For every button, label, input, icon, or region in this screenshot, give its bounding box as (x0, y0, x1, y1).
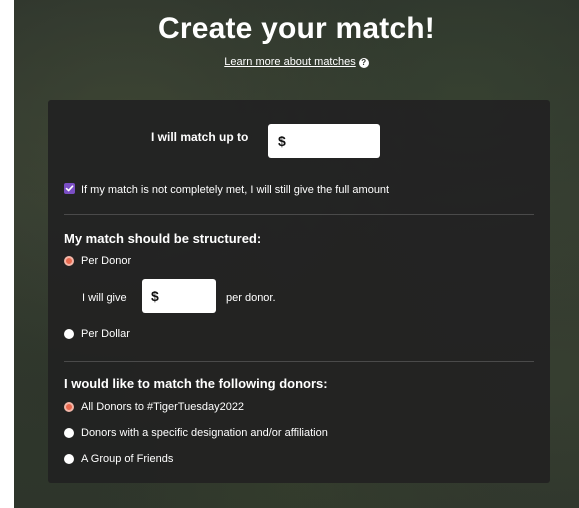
learn-more-link[interactable]: Learn more about matches (224, 56, 355, 68)
structure-heading: My match should be structured: (64, 231, 262, 246)
designation-donors-radio[interactable] (64, 428, 74, 438)
donors-heading: I would like to match the following dono… (64, 376, 328, 391)
group-of-friends-radio[interactable] (64, 454, 74, 464)
match-up-to-label: I will match up to (151, 130, 249, 144)
per-donor-label: Per Donor (81, 255, 132, 267)
give-suffix-label: per donor. (226, 292, 276, 304)
give-prefix-label: I will give (82, 292, 127, 304)
question-circle-icon[interactable]: ? (358, 58, 369, 68)
per-dollar-label: Per Dollar (81, 328, 130, 340)
section-divider (64, 361, 534, 362)
currency-symbol: $ (151, 288, 159, 304)
full-amount-label: If my match is not completely met, I wil… (81, 184, 390, 196)
match-form-card: I will match up to $ If my match is not … (48, 100, 550, 483)
currency-symbol: $ (278, 133, 286, 149)
per-donor-amount-input[interactable]: $ (142, 279, 216, 313)
section-divider (64, 214, 534, 215)
match-up-to-input[interactable]: $ (268, 124, 380, 158)
all-donors-label: All Donors to #TigerTuesday2022 (81, 401, 245, 413)
per-donor-radio[interactable] (64, 256, 74, 266)
checkmark-icon (65, 185, 74, 192)
page-title: Create your match! (157, 12, 435, 45)
group-of-friends-label: A Group of Friends (81, 453, 174, 465)
designation-donors-label: Donors with a specific designation and/o… (81, 427, 328, 439)
learn-more-row: Learn more about matches? (14, 56, 579, 68)
full-amount-checkbox[interactable] (64, 183, 75, 194)
all-donors-radio[interactable] (64, 402, 74, 412)
per-dollar-radio[interactable] (64, 329, 74, 339)
